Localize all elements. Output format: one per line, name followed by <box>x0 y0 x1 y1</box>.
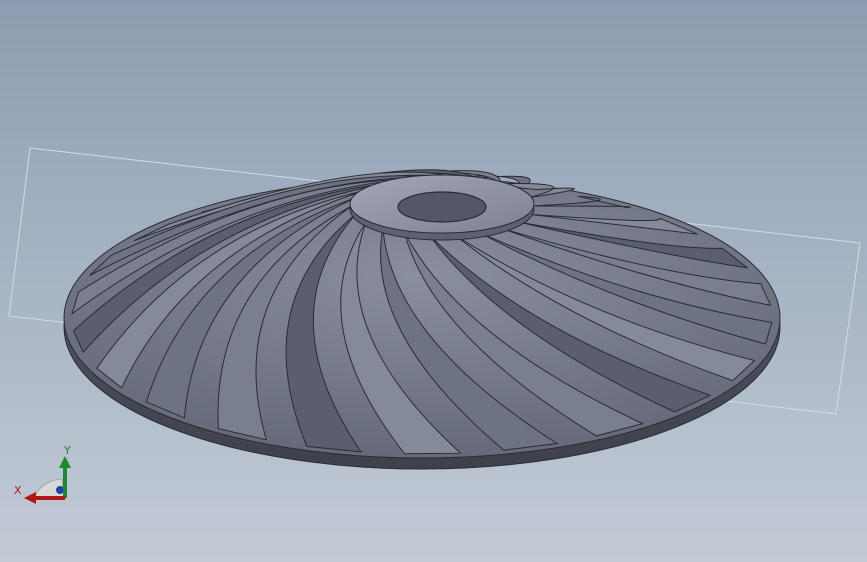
graphics-viewport[interactable]: Y X <box>0 0 867 562</box>
z-axis-icon <box>56 486 64 494</box>
x-axis-arrow-icon <box>24 492 36 504</box>
model-view[interactable] <box>0 0 867 562</box>
y-axis-arrow-icon <box>59 456 71 468</box>
x-axis-label: X <box>14 484 22 497</box>
y-axis-label: Y <box>63 444 71 457</box>
hub-bore[interactable] <box>397 191 487 223</box>
triad-icon: Y X <box>14 444 71 504</box>
coordinate-triad: Y X <box>12 442 82 512</box>
